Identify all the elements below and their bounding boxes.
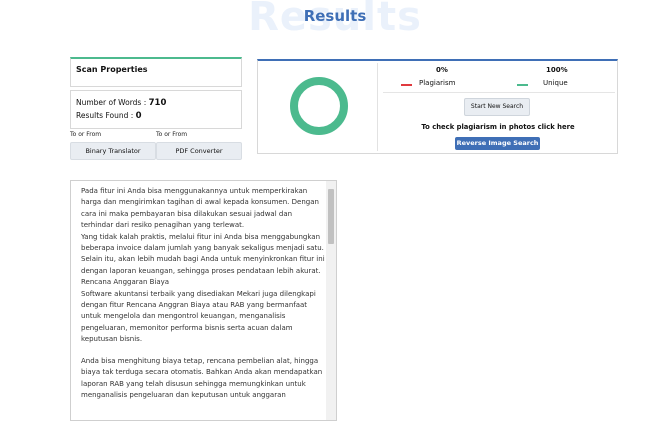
results-label: Results Found : [76, 111, 134, 120]
pdf-converter-button[interactable]: PDF Converter [156, 142, 242, 160]
text-line: Rencana Anggaran Biaya [81, 278, 170, 287]
text-line: dengan laporan keuangan, sehingga proses… [81, 266, 321, 275]
results-value: 0 [135, 111, 142, 121]
plagiarism-percent: 0% [436, 66, 448, 74]
text-line: biaya tak terduga secara otomatis. Bahka… [81, 368, 323, 377]
page-title: Results [303, 7, 367, 25]
text-line: pengeluaran, memonitor performa bisnis s… [81, 323, 293, 332]
scrollbar[interactable] [326, 181, 336, 420]
converter-label-2: To or From [156, 131, 188, 138]
text-line: Software akuntansi terbaik yang disediak… [81, 289, 316, 298]
uniqueness-ring [290, 77, 348, 135]
scan-properties-title: Scan Properties [76, 65, 148, 74]
text-line: laporan RAB yang telah disusun sehingga … [81, 379, 306, 388]
result-text-content: Pada fitur ini Anda bisa menggunakannya … [81, 186, 326, 401]
text-line: harga dan mengirimkan tagihan di awal ke… [81, 198, 319, 207]
text-line: cara ini maka pembayaran bisa dilakukan … [81, 209, 293, 218]
binary-translator-button[interactable]: Binary Translator [70, 142, 156, 160]
text-line: menganalisis pengeluaran dan keputusan u… [81, 390, 286, 399]
scan-properties-header: Scan Properties [70, 57, 242, 87]
words-value: 710 [148, 98, 167, 108]
text-line: Anda bisa menghitung biaya tetap, rencan… [81, 356, 319, 365]
scrollbar-thumb[interactable] [328, 189, 334, 244]
words-label: Number of Words : [76, 98, 147, 107]
words-count-row: Number of Words : 710 [76, 98, 166, 108]
unique-legend-dash [517, 84, 528, 86]
divider [383, 92, 615, 93]
text-line [81, 346, 326, 356]
divider [377, 63, 378, 151]
result-text-area[interactable]: Pada fitur ini Anda bisa menggunakannya … [70, 180, 337, 421]
result-panel: 0% 100% Plagiarism Unique Start New Sear… [257, 59, 618, 154]
results-found-row: Results Found : 0 [76, 111, 142, 121]
unique-percent: 100% [546, 66, 568, 74]
scan-stats-panel: Number of Words : 710 Results Found : 0 [70, 90, 242, 129]
photo-plagiarism-text: To check plagiarism in photos click here [421, 123, 575, 131]
text-line: beberapa invoice dalam jumlah yang banya… [81, 244, 324, 253]
text-line: keputusan bisnis. [81, 335, 143, 344]
reverse-image-search-button[interactable]: Reverse Image Search [455, 137, 540, 150]
text-line: Selain itu, akan lebih mudah bagi Anda u… [81, 255, 325, 264]
converter-label-1: To or From [70, 131, 102, 138]
text-line: Yang tidak kalah praktis, melalui fitur … [81, 232, 321, 241]
text-line: dengan fitur Rencana Anggran Biaya atau … [81, 301, 308, 310]
plagiarism-legend-dash [401, 84, 412, 86]
plagiarism-label: Plagiarism [419, 79, 456, 87]
text-line: terhindar dari resiko penagihan yang ter… [81, 221, 245, 230]
start-new-search-button[interactable]: Start New Search [464, 98, 530, 116]
text-line: Pada fitur ini Anda bisa menggunakannya … [81, 187, 308, 195]
text-line: untuk mengelola dan mengontrol keuangan,… [81, 312, 286, 321]
unique-label: Unique [543, 79, 568, 87]
